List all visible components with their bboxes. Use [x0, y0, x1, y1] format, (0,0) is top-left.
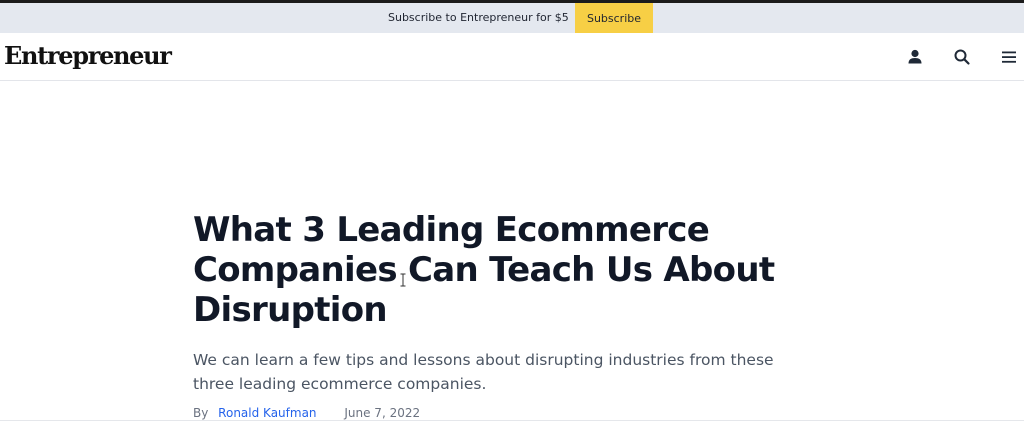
publish-date: June 7, 2022	[344, 406, 421, 420]
menu-icon[interactable]	[999, 47, 1019, 67]
byline: By Ronald Kaufman June 7, 2022	[193, 406, 420, 420]
promo-text: Subscribe to Entrepreneur for $5	[388, 11, 569, 24]
promo-bar: Subscribe to Entrepreneur for $5 Subscri…	[0, 3, 1024, 33]
site-logo[interactable]: Entrepreneur	[4, 41, 172, 70]
user-icon[interactable]	[905, 47, 925, 67]
article-dek: We can learn a few tips and lessons abou…	[193, 351, 774, 393]
byline-prefix: By	[193, 406, 209, 420]
search-icon[interactable]	[952, 47, 972, 67]
subscribe-button[interactable]: Subscribe	[575, 3, 653, 33]
site-header: Entrepreneur	[0, 33, 1024, 81]
article-headline: What 3 Leading Ecommerce Companies Can T…	[193, 210, 775, 330]
text-cursor-icon	[400, 272, 406, 287]
divider	[0, 420, 1024, 421]
author-link[interactable]: Ronald Kaufman	[218, 406, 316, 420]
